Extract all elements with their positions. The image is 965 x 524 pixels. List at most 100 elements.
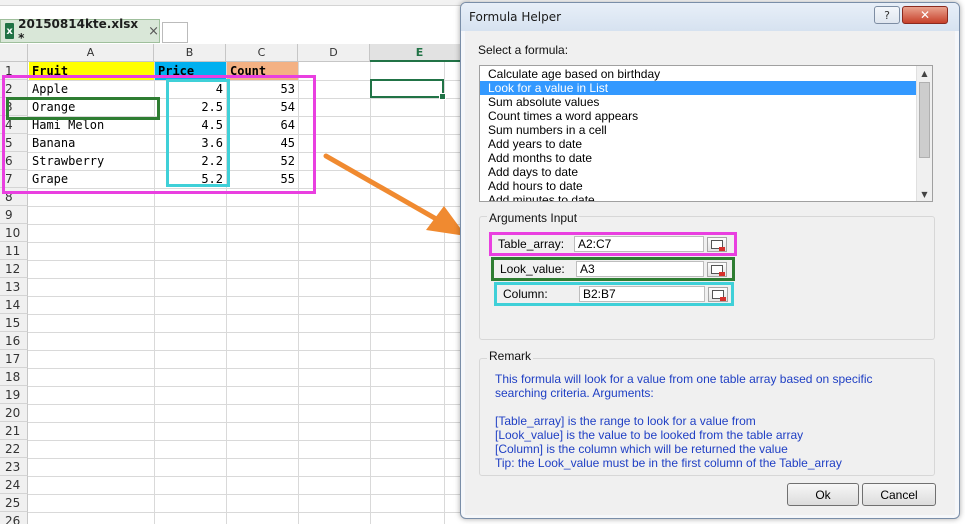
cell-price[interactable]: 3.6 <box>155 134 226 152</box>
ok-button[interactable]: Ok <box>787 483 859 506</box>
formula-list-item[interactable]: Sum absolute values <box>480 95 932 109</box>
gridline <box>28 440 470 441</box>
row-header[interactable]: 2 <box>0 80 28 98</box>
range-select-icon <box>711 239 725 251</box>
row-header[interactable]: 23 <box>0 458 28 476</box>
column-input[interactable]: B2:B7 <box>579 286 705 302</box>
column-header-c[interactable]: C <box>226 44 298 62</box>
cell-count[interactable]: 45 <box>227 134 298 152</box>
row-header[interactable]: 14 <box>0 296 28 314</box>
remark-line: searching criteria. Arguments: <box>495 386 654 400</box>
column-header-e[interactable]: E <box>370 44 470 62</box>
cell-count[interactable]: 52 <box>227 152 298 170</box>
formula-list[interactable]: Calculate age based on birthday Look for … <box>479 65 933 202</box>
cell-price[interactable]: 4 <box>155 80 226 98</box>
spreadsheet-grid[interactable]: 26 25 24 23 22 21 20 19 18 17 16 15 14 13 12 11 10 9 8 7 6 5 4… <box>0 44 470 524</box>
row-header[interactable]: 10 <box>0 224 28 242</box>
row-header[interactable]: 8 <box>0 188 28 206</box>
row-header[interactable]: 24 <box>0 476 28 494</box>
cell-c1[interactable]: Count <box>227 62 298 80</box>
table-array-input[interactable]: A2:C7 <box>574 236 704 252</box>
formula-list-item[interactable]: Add days to date <box>480 165 932 179</box>
gridline <box>444 62 445 524</box>
cell-fruit[interactable]: Orange <box>29 98 154 116</box>
close-tab-icon[interactable]: × <box>148 24 159 39</box>
row-header[interactable]: 15 <box>0 314 28 332</box>
row-header[interactable]: 7 <box>0 170 28 188</box>
dialog-title: Formula Helper <box>469 10 562 24</box>
row-header[interactable]: 4 <box>0 116 28 134</box>
formula-list-item[interactable]: Sum numbers in a cell <box>480 123 932 137</box>
row-header[interactable]: 22 <box>0 440 28 458</box>
row-header[interactable]: 17 <box>0 350 28 368</box>
row-header[interactable]: 25 <box>0 494 28 512</box>
cell-price[interactable]: 5.2 <box>155 170 226 188</box>
gridline <box>28 458 470 459</box>
formula-list-item[interactable]: Add months to date <box>480 151 932 165</box>
cell-fruit[interactable]: Hami Melon <box>29 116 154 134</box>
excel-file-icon: x <box>5 23 15 39</box>
table-array-range-button[interactable] <box>707 236 727 252</box>
row-header[interactable]: 20 <box>0 404 28 422</box>
scroll-up-icon[interactable]: ▲ <box>917 66 932 80</box>
cell-count[interactable]: 64 <box>227 116 298 134</box>
row-header[interactable]: 18 <box>0 368 28 386</box>
formula-list-item[interactable]: Add years to date <box>480 137 932 151</box>
cell-price[interactable]: 4.5 <box>155 116 226 134</box>
cell-price[interactable]: 2.5 <box>155 98 226 116</box>
look-value-input[interactable]: A3 <box>576 261 704 277</box>
workbook-tab[interactable]: x 20150814kte.xlsx * × <box>0 17 160 45</box>
dialog-titlebar[interactable]: Formula Helper ? ✕ <box>461 3 959 31</box>
cancel-button[interactable]: Cancel <box>862 483 936 506</box>
row-header[interactable]: 21 <box>0 422 28 440</box>
formula-list-item[interactable]: Calculate age based on birthday <box>480 67 932 81</box>
table-array-row: Table_array: A2:C7 <box>489 232 737 256</box>
formula-list-item[interactable]: Add hours to date <box>480 179 932 193</box>
cell-count[interactable]: 55 <box>227 170 298 188</box>
look-value-range-button[interactable] <box>707 261 727 277</box>
row-header[interactable]: 9 <box>0 206 28 224</box>
formula-list-item[interactable]: Look for a value in List <box>480 81 932 95</box>
row-header[interactable]: 13 <box>0 278 28 296</box>
formula-list-scrollbar[interactable]: ▲ ▼ <box>916 66 932 201</box>
column-range-button[interactable] <box>708 286 728 302</box>
cell-fruit[interactable]: Strawberry <box>29 152 154 170</box>
column-header-a[interactable]: A <box>28 44 154 62</box>
remark-line: Tip: the Look_value must be in the first… <box>495 456 842 470</box>
formula-list-item[interactable]: Add minutes to date <box>480 193 932 201</box>
row-header[interactable]: 19 <box>0 386 28 404</box>
column-header-d[interactable]: D <box>298 44 370 62</box>
remark-line: [Look_value] is the value to be looked f… <box>495 428 804 442</box>
row-header[interactable]: 16 <box>0 332 28 350</box>
remark-text: This formula will look for a value from … <box>495 372 925 470</box>
cell-fruit[interactable]: Grape <box>29 170 154 188</box>
cell-fruit[interactable]: Apple <box>29 80 154 98</box>
row-header[interactable]: 3 <box>0 98 28 116</box>
gridline <box>28 386 470 387</box>
cell-a1[interactable]: Fruit <box>29 62 154 80</box>
column-header-b[interactable]: B <box>154 44 226 62</box>
help-button[interactable]: ? <box>874 6 900 24</box>
scroll-down-icon[interactable]: ▼ <box>917 187 932 201</box>
row-header[interactable]: 1 <box>0 62 28 80</box>
active-cell-e2[interactable] <box>370 79 446 100</box>
select-all-corner[interactable] <box>0 44 28 62</box>
cell-fruit[interactable]: Banana <box>29 134 154 152</box>
cell-price[interactable]: 2.2 <box>155 152 226 170</box>
pointer-arrow-icon <box>323 153 466 236</box>
row-header[interactable]: 5 <box>0 134 28 152</box>
gridline <box>28 296 470 297</box>
scroll-thumb[interactable] <box>919 82 930 158</box>
row-header[interactable]: 6 <box>0 152 28 170</box>
row-header[interactable]: 11 <box>0 242 28 260</box>
close-button[interactable]: ✕ <box>902 6 948 24</box>
formula-list-item[interactable]: Count times a word appears <box>480 109 932 123</box>
cell-count[interactable]: 53 <box>227 80 298 98</box>
cell-count[interactable]: 54 <box>227 98 298 116</box>
cell-b1[interactable]: Price <box>155 62 226 80</box>
row-header[interactable]: 26 <box>0 512 28 524</box>
new-tab-button[interactable] <box>162 22 188 43</box>
remark-line: [Column] is the column which will be ret… <box>495 442 788 456</box>
gridline <box>28 278 470 279</box>
row-header[interactable]: 12 <box>0 260 28 278</box>
